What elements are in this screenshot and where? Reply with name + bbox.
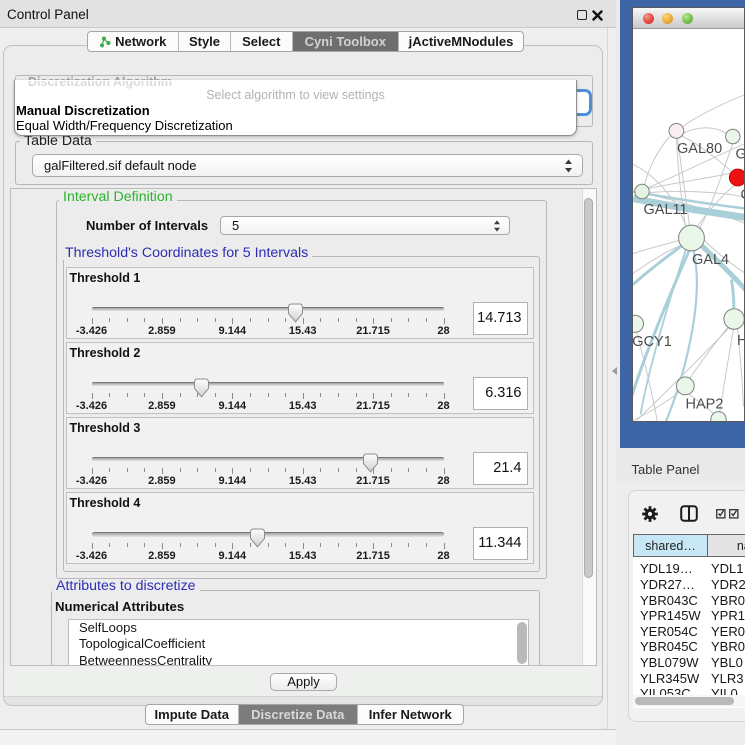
svg-text:GAL4: GAL4 — [692, 252, 729, 268]
svg-text:C: C — [740, 187, 745, 203]
svg-text:HAP2: HAP2 — [685, 396, 723, 412]
svg-text:H: H — [737, 333, 745, 349]
svg-text:GA: GA — [735, 146, 745, 162]
svg-text:GAL11: GAL11 — [643, 202, 687, 218]
svg-text:GCY1: GCY1 — [633, 334, 672, 350]
svg-text:GAL80: GAL80 — [677, 141, 722, 157]
